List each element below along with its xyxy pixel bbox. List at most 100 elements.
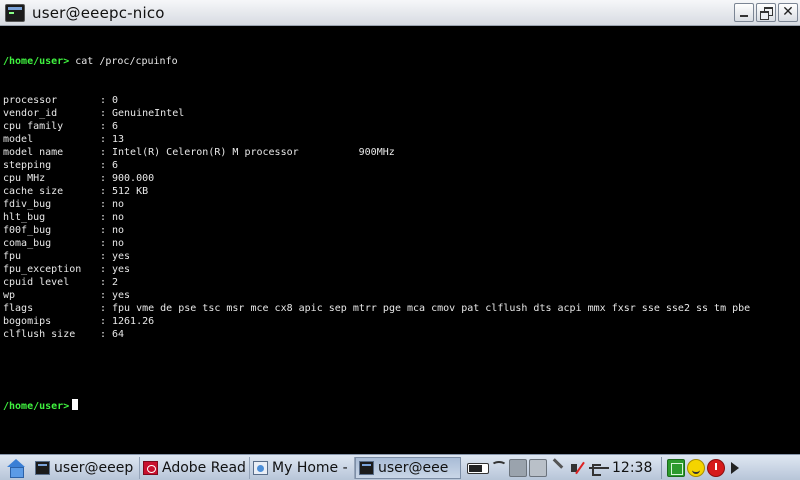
cpuinfo-separator: : <box>100 225 107 236</box>
cpuinfo-key: f00f_bug <box>3 225 52 236</box>
minimize-button[interactable] <box>734 3 754 22</box>
cpuinfo-key: clflush size <box>3 329 76 340</box>
cpuinfo-separator: : <box>100 251 107 262</box>
system-tray: 12:38 <box>467 456 740 479</box>
active-prompt-line[interactable]: /home/user> <box>3 399 800 412</box>
cpuinfo-line: fdiv_bug: no <box>3 198 800 211</box>
cpuinfo-value: GenuineIntel <box>112 108 185 119</box>
cpuinfo-key: vendor_id <box>3 108 58 119</box>
device-icon[interactable] <box>509 458 527 477</box>
volume-muted-icon[interactable] <box>569 459 587 477</box>
cpuinfo-line: fpu: yes <box>3 250 800 263</box>
cpuinfo-key: model name <box>3 147 64 158</box>
cpuinfo-line: model:13 <box>3 133 800 146</box>
cpuinfo-key: fdiv_bug <box>3 199 52 210</box>
cpuinfo-line: cpu family:6 <box>3 120 800 133</box>
next-arrow-icon[interactable] <box>731 461 740 474</box>
browser-icon <box>253 460 268 475</box>
cpuinfo-line: hlt_bug: no <box>3 211 800 224</box>
cpuinfo-value: no <box>112 225 125 236</box>
cpuinfo-key: flags <box>3 303 34 314</box>
restore-button[interactable] <box>756 3 776 22</box>
cpuinfo-key: coma_bug <box>3 238 52 249</box>
prompt: /home/user> <box>3 401 70 412</box>
text-cursor <box>72 399 79 410</box>
close-button[interactable]: ✕ <box>778 3 798 22</box>
terminal-output[interactable]: /home/user> cat /proc/cpuinfo processor:… <box>0 27 800 454</box>
cpuinfo-value: no <box>112 199 125 210</box>
cpuinfo-key: bogomips <box>3 316 52 327</box>
cpuinfo-key: cpu MHz <box>3 173 46 184</box>
power-icon[interactable] <box>707 458 726 477</box>
cpuinfo-line: stepping:6 <box>3 159 800 172</box>
smiley-icon[interactable] <box>687 458 706 477</box>
cpuinfo-value: 1261.26 <box>112 316 155 327</box>
usb-icon[interactable] <box>589 459 609 477</box>
cpuinfo-line: wp: yes <box>3 289 800 302</box>
cpuinfo-key: stepping <box>3 160 52 171</box>
tools-icon[interactable] <box>549 459 567 477</box>
cpuinfo-separator: : <box>100 290 107 301</box>
battery-icon[interactable] <box>467 463 489 474</box>
window-title: user@eeepc-nico <box>32 3 165 22</box>
cpuinfo-line: bogomips:1261.26 <box>3 315 800 328</box>
cpuinfo-value: 900.000 <box>112 173 155 184</box>
keyboard-layout-icon[interactable] <box>529 458 547 477</box>
taskbar-item-my-home[interactable]: My Home - <box>250 456 355 479</box>
cpuinfo-value: 64 <box>112 329 125 340</box>
clock[interactable]: 12:38 <box>612 460 652 476</box>
cpuinfo-key: cpu family <box>3 121 64 132</box>
home-icon <box>6 458 26 478</box>
cpuinfo-key: fpu <box>3 251 22 262</box>
cpuinfo-separator: : <box>100 238 107 249</box>
home-button[interactable] <box>0 456 32 480</box>
cpuinfo-separator: : <box>100 173 107 184</box>
cpuinfo-separator: : <box>100 303 107 314</box>
cpuinfo-value: 512 KB <box>112 186 149 197</box>
cpuinfo-key: processor <box>3 95 58 106</box>
cpuinfo-separator: : <box>100 264 107 275</box>
wifi-icon[interactable] <box>491 460 507 471</box>
cpuinfo-line: model name: Intel(R) Celeron(R) M process… <box>3 146 800 159</box>
cpuinfo-separator: : <box>100 277 107 288</box>
cpuinfo-line: clflush size:64 <box>3 328 800 341</box>
cpuinfo-key: cpuid level <box>3 277 70 288</box>
cpuinfo-key: hlt_bug <box>3 212 46 223</box>
cpuinfo-value: no <box>112 238 125 249</box>
cpuinfo-separator: : <box>100 121 107 132</box>
cpuinfo-key: wp <box>3 290 16 301</box>
cpuinfo-line: coma_bug: no <box>3 237 800 250</box>
taskbar-item-terminal-2[interactable]: user@eee <box>355 456 461 479</box>
cpuinfo-separator: : <box>100 108 107 119</box>
terminal-icon <box>5 3 25 22</box>
spreadsheet-icon[interactable] <box>667 458 686 477</box>
cpuinfo-value: yes <box>112 290 131 301</box>
cpuinfo-separator: : <box>100 95 107 106</box>
cpuinfo-value: 0 <box>112 95 119 106</box>
cpuinfo-value: 6 <box>112 121 119 132</box>
cpuinfo-value: yes <box>112 251 131 262</box>
command-line: /home/user> cat /proc/cpuinfo <box>3 55 800 68</box>
task-label: user@eee <box>378 459 449 476</box>
cpuinfo-separator: : <box>100 199 107 210</box>
cpuinfo-value: no <box>112 212 125 223</box>
window-titlebar[interactable]: user@eeepc-nico ✕ <box>0 0 800 26</box>
cpuinfo-key: cache size <box>3 186 64 197</box>
taskbar: user@eeep Adobe Read My Home - user@eee … <box>0 454 800 480</box>
cpuinfo-value: Intel(R) Celeron(R) M processor <box>112 147 299 158</box>
cpuinfo-separator: : <box>100 147 107 158</box>
window-controls: ✕ <box>734 3 798 22</box>
cpuinfo-line: flags: fpu vme de pse tsc msr mce cx8 api… <box>3 302 800 315</box>
cpuinfo-separator: : <box>100 134 107 145</box>
cpuinfo-line: cache size:512 KB <box>3 185 800 198</box>
cpuinfo-line: cpu MHz:900.000 <box>3 172 800 185</box>
cpuinfo-separator: : <box>100 329 107 340</box>
taskbar-item-adobe-reader[interactable]: Adobe Read <box>140 456 250 479</box>
cpuinfo-line: vendor_id: GenuineIntel <box>3 107 800 120</box>
cpuinfo-value: yes <box>112 264 131 275</box>
taskbar-item-terminal-1[interactable]: user@eeep <box>32 456 140 479</box>
command-text: cat /proc/cpuinfo <box>75 56 178 67</box>
cpuinfo-line: processor:0 <box>3 94 800 107</box>
prompt: /home/user> <box>3 56 70 67</box>
cpuinfo-key: fpu_exception <box>3 264 82 275</box>
